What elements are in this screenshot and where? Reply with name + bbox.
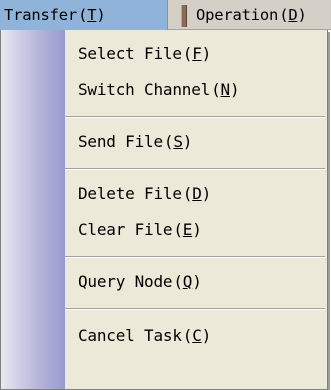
menu-item-accel: D: [192, 184, 202, 203]
menu-transfer[interactable]: Transfer(T): [0, 0, 168, 30]
menu-transfer-label: Transfer: [4, 6, 78, 24]
menu-item-label: Select File: [78, 44, 182, 63]
menu-separator: [65, 308, 325, 310]
menu-item-label: Delete File: [78, 184, 182, 203]
menu-item-accel: S: [173, 132, 183, 151]
menu-item-switch-channel[interactable]: Switch Channel(N): [65, 72, 325, 108]
menu-item-label: Cancel Task: [78, 326, 182, 345]
menu-item-accel: N: [220, 80, 231, 99]
menu-separator: [65, 256, 325, 258]
menu-transfer-accel: T: [87, 6, 97, 24]
menu-separator: [65, 168, 325, 170]
menu-item-cancel-task[interactable]: Cancel Task(C): [65, 318, 325, 354]
menu-operation[interactable]: Operation(D): [196, 0, 331, 30]
menu-item-label: Send File: [78, 132, 163, 151]
menu-item-select-file[interactable]: Select File(F): [65, 36, 325, 72]
menu-item-accel: C: [192, 326, 202, 345]
transfer-dropdown-menu: Select File(F) Switch Channel(N) Send Fi…: [0, 30, 328, 390]
menu-item-clear-file[interactable]: Clear File(E): [65, 212, 325, 248]
menu-item-accel: F: [192, 44, 202, 63]
menubar-separator-grip: [181, 5, 187, 27]
menu-item-send-file[interactable]: Send File(S): [65, 124, 325, 160]
menu-item-label: Clear File: [78, 220, 173, 239]
menu-item-accel: E: [182, 220, 193, 239]
menu-item-accel: Q: [182, 272, 193, 291]
menu-icon-gutter: [1, 30, 65, 389]
menu-operation-label: Operation: [196, 6, 279, 24]
menu-item-query-node[interactable]: Query Node(Q): [65, 264, 325, 300]
menu-bar: Transfer(T) Operation(D): [0, 0, 331, 30]
menu-item-label: Query Node: [78, 272, 173, 291]
menu-item-label: Switch Channel: [78, 80, 211, 99]
menu-separator: [65, 116, 325, 118]
menu-item-delete-file[interactable]: Delete File(D): [65, 176, 325, 212]
